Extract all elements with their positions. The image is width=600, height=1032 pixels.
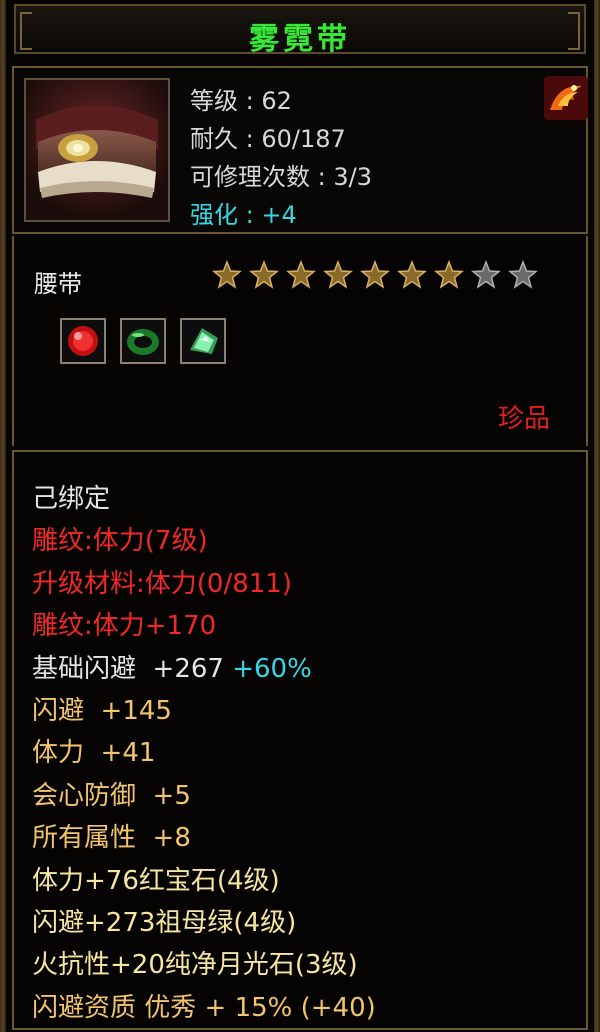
- attribute-text: 火抗性+20纯净月光石(3级): [32, 950, 358, 981]
- item-icon-slot: [24, 78, 170, 222]
- attribute-line: 升级材料:体力(0/811): [32, 563, 376, 605]
- item-name: 雾霓带: [249, 22, 351, 57]
- phoenix-badge-icon: [544, 76, 588, 120]
- attribute-text: 己绑定: [32, 484, 111, 514]
- star-filled-icon: [286, 260, 316, 289]
- item-tooltip-panel: 雾霓带 等级: 62 耐久: 60/187 可修理次数: 3/3 强化:…: [0, 0, 600, 1032]
- durability-stat: 耐久 : 60/187: [190, 125, 346, 153]
- jade-ring-gem-icon: [127, 329, 159, 355]
- left-frame-border: [0, 0, 6, 1032]
- green-crystal-gem-icon: [190, 328, 218, 354]
- attribute-bonus: +60%: [223, 653, 312, 684]
- attribute-line: 体力 +41: [32, 732, 376, 774]
- attribute-text: 闪避资质 优秀 + 15% (+40): [32, 992, 376, 1023]
- star-filled-icon: [397, 260, 427, 289]
- attribute-line: 火抗性+20纯净月光石(3级): [32, 944, 376, 986]
- attribute-text: 基础闪避 +267: [32, 653, 224, 684]
- attribute-text: 体力+76红宝石(4级): [32, 865, 280, 896]
- attribute-text: 所有属性 +8: [32, 823, 191, 854]
- item-header-panel: 等级 : 62 耐久 : 60/187 可修理次数 : 3/3 强化 : +4: [12, 66, 588, 234]
- attribute-text: 闪避+273祖母绿(4级): [32, 908, 297, 939]
- star-filled-icon: [360, 260, 390, 289]
- attribute-list: 己绑定雕纹:体力(7级) 升级材料:体力(0/811) 雕纹:体力+170 基础闪避 …: [32, 478, 376, 1029]
- gem-slot-3[interactable]: [180, 318, 226, 364]
- ruby-gem-icon: [68, 326, 98, 356]
- star-filled-icon: [249, 260, 279, 289]
- attribute-text: 体力 +41: [32, 738, 156, 769]
- attribute-line: 会心防御 +5: [32, 775, 376, 817]
- attribute-line: 闪避 +145: [32, 690, 376, 732]
- right-frame-border: [594, 0, 600, 1032]
- item-stats: 等级 : 62 耐久 : 60/187 可修理次数 : 3/3 强化 : +4: [190, 82, 372, 234]
- item-category: 腰带: [34, 270, 82, 298]
- enhance-stat: 强化 : +4: [190, 201, 297, 229]
- attribute-text: 闪避 +145: [32, 696, 172, 727]
- repair-count-stat: 可修理次数 : 3/3: [190, 163, 372, 191]
- attribute-text: 雕纹:体力(7级): [32, 526, 208, 557]
- star-empty-icon: [471, 260, 501, 289]
- attribute-line: 闪避+273祖母绿(4级): [32, 902, 376, 944]
- attribute-text: 雕纹:体力+170: [32, 611, 217, 642]
- attribute-line: 雕纹:体力(7级): [32, 520, 376, 562]
- attribute-text: 会心防御 +5: [32, 780, 191, 811]
- star-filled-icon: [434, 260, 464, 289]
- title-bar: 雾霓带: [14, 4, 586, 57]
- star-filled-icon: [212, 260, 242, 289]
- attribute-line: 雕纹:体力+170: [32, 605, 376, 647]
- gem-slot-2[interactable]: [120, 318, 166, 364]
- attribute-line: 所有属性 +8: [32, 817, 376, 859]
- star-empty-icon: [508, 260, 538, 289]
- attribute-text: 升级材料:体力(0/811): [32, 568, 292, 599]
- attribute-line: 己绑定: [32, 478, 376, 520]
- star-filled-icon: [323, 260, 353, 289]
- item-quality: 珍品: [498, 404, 551, 434]
- belt-item-icon: [26, 80, 168, 220]
- attribute-line: 基础闪避 +267 +60%: [32, 648, 376, 690]
- level-stat: 等级 : 62: [190, 87, 292, 115]
- attribute-line: 体力+76红宝石(4级): [32, 860, 376, 902]
- gem-slot-1[interactable]: [60, 318, 106, 364]
- attribute-line: 闪避资质 优秀 + 15% (+40): [32, 987, 376, 1029]
